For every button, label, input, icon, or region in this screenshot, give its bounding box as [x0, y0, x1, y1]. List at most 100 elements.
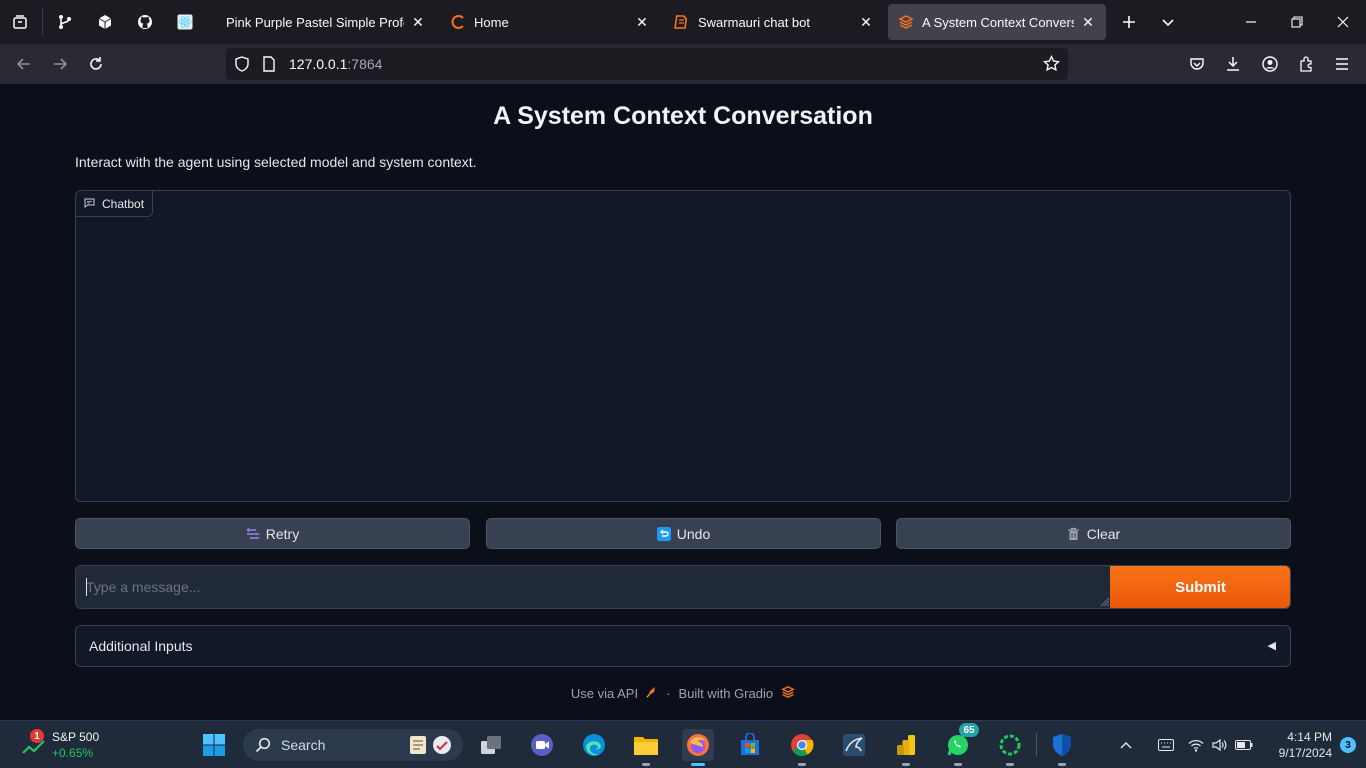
gradio-favicon-icon — [898, 14, 914, 30]
close-icon[interactable]: ✕ — [1080, 14, 1096, 30]
undo-icon — [656, 526, 671, 541]
text-caret — [86, 578, 87, 596]
tab-home[interactable]: Home ✕ — [440, 4, 660, 40]
accordion-label: Additional Inputs — [89, 638, 193, 654]
orange-ring-favicon-icon — [450, 14, 466, 30]
pocket-icon[interactable] — [1181, 48, 1213, 80]
submit-button[interactable]: Submit — [1110, 566, 1290, 608]
retry-icon — [246, 527, 260, 541]
tab-title: Home — [474, 14, 509, 30]
reload-icon[interactable] — [80, 48, 112, 80]
defender-shield-icon[interactable] — [1046, 729, 1078, 766]
tab-system-context[interactable]: A System Context Conversation ✕ — [888, 4, 1106, 40]
whatsapp-badge: 65 — [959, 723, 979, 737]
stock-widget[interactable]: 1 S&P 500 +0.65% — [16, 729, 126, 761]
search-highlight-icon — [408, 733, 456, 760]
undo-label: Undo — [676, 525, 711, 542]
tab-swarmauri[interactable]: Swarmauri chat bot ✕ — [664, 4, 884, 40]
built-with-gradio-link[interactable]: Built with Gradio — [678, 686, 773, 701]
tab-title: Pink Purple Pastel Simple Professional — [226, 14, 404, 30]
close-icon[interactable]: ✕ — [410, 14, 426, 30]
footer-separator: · — [666, 686, 671, 701]
task-view-icon[interactable] — [475, 729, 507, 761]
firefox-icon[interactable] — [682, 729, 714, 766]
use-via-api-link[interactable]: Use via API — [571, 686, 638, 701]
clear-button[interactable]: Clear — [896, 518, 1291, 549]
url-host: 127.0.0.1 — [289, 56, 348, 72]
edge-browser-icon[interactable] — [578, 729, 610, 761]
whatsapp-icon[interactable]: 65 — [942, 723, 979, 766]
gradio-footer: Use via API · Built with Gradio — [0, 685, 1366, 702]
clock-time: 4:14 PM — [1287, 730, 1332, 744]
pinned-tab-react-icon[interactable] — [165, 0, 205, 44]
retry-button[interactable]: Retry — [75, 518, 470, 549]
close-icon[interactable]: ✕ — [858, 14, 874, 30]
running-indicator — [902, 763, 910, 766]
page-description: Interact with the agent using selected m… — [75, 154, 477, 170]
active-indicator — [691, 763, 705, 766]
firefox-view-icon[interactable] — [0, 0, 40, 44]
app-spinner-icon[interactable] — [994, 729, 1026, 766]
pinned-tab-gitbranch-icon[interactable] — [45, 0, 85, 44]
restore-icon[interactable] — [1274, 0, 1320, 44]
rocket-icon — [646, 686, 658, 701]
message-input[interactable] — [76, 566, 1110, 608]
url-text: 127.0.0.1:7864 — [289, 56, 382, 72]
url-bar[interactable]: 127.0.0.1:7864 — [226, 48, 1068, 80]
widget-badge: 1 — [30, 729, 44, 743]
chevron-up-icon[interactable] — [1114, 741, 1138, 749]
message-row: Submit — [75, 565, 1291, 609]
back-arrow-icon[interactable] — [8, 48, 40, 80]
minimize-icon[interactable] — [1228, 0, 1274, 44]
teams-meet-icon[interactable] — [526, 729, 558, 761]
mysql-workbench-icon[interactable] — [838, 729, 870, 761]
pinned-tab-github-icon[interactable] — [125, 0, 165, 44]
volume-icon[interactable] — [1208, 738, 1232, 752]
notification-count[interactable]: 3 — [1340, 737, 1356, 753]
file-explorer-icon[interactable] — [630, 729, 662, 766]
tab-title: A System Context Conversation — [922, 14, 1074, 30]
running-indicator — [954, 763, 962, 766]
page-info-icon[interactable] — [262, 56, 276, 77]
browser-nav-bar: 127.0.0.1:7864 — [0, 44, 1366, 84]
retry-label: Retry — [265, 525, 300, 542]
close-icon[interactable]: ✕ — [634, 14, 650, 30]
running-indicator — [642, 763, 650, 766]
extensions-icon[interactable] — [1290, 48, 1322, 80]
account-icon[interactable] — [1254, 48, 1286, 80]
orange-book-favicon-icon — [674, 14, 690, 30]
chatbot-label: Chatbot — [76, 191, 154, 217]
additional-inputs-accordion[interactable]: Additional Inputs ◀ — [75, 625, 1291, 667]
browser-tab-bar: Pink Purple Pastel Simple Professional ✕… — [0, 0, 1366, 44]
forward-arrow-icon[interactable] — [44, 48, 76, 80]
taskbar-search[interactable]: Search — [243, 729, 463, 761]
windows-taskbar: 1 S&P 500 +0.65% Search 65 4:14 PM 9/17/… — [0, 720, 1366, 768]
chatbot-panel[interactable]: Chatbot — [75, 190, 1291, 502]
search-label: Search — [281, 737, 326, 753]
downloads-icon[interactable] — [1217, 48, 1249, 80]
wifi-icon[interactable] — [1184, 739, 1208, 752]
chrome-icon[interactable] — [786, 729, 818, 766]
shield-icon[interactable] — [234, 56, 250, 77]
pinned-tab-cube-icon[interactable] — [85, 0, 125, 44]
tab-pink-purple[interactable]: Pink Purple Pastel Simple Professional ✕ — [216, 4, 436, 40]
menu-hamburger-icon[interactable] — [1326, 48, 1358, 80]
resize-handle-icon[interactable] — [1098, 594, 1110, 607]
list-tabs-chevron-down-icon[interactable] — [1145, 0, 1191, 44]
gradio-logo-icon — [781, 685, 795, 702]
triangle-left-icon: ◀ — [1267, 640, 1276, 652]
stock-name: S&P 500 — [52, 730, 100, 744]
undo-button[interactable]: Undo — [486, 518, 881, 549]
clock[interactable]: 4:14 PM 9/17/2024 — [1262, 729, 1332, 761]
stock-change: +0.65% — [52, 746, 94, 760]
running-indicator — [1006, 763, 1014, 766]
tab-title: Swarmauri chat bot — [698, 14, 810, 30]
keyboard-icon[interactable] — [1148, 739, 1184, 751]
close-window-icon[interactable] — [1320, 0, 1366, 44]
power-bi-icon[interactable] — [890, 729, 922, 766]
bookmark-star-icon[interactable] — [1042, 54, 1061, 77]
page-title: A System Context Conversation — [493, 102, 873, 130]
microsoft-store-icon[interactable] — [734, 729, 766, 761]
battery-icon[interactable] — [1232, 740, 1256, 750]
windows-start-icon[interactable] — [198, 729, 230, 761]
